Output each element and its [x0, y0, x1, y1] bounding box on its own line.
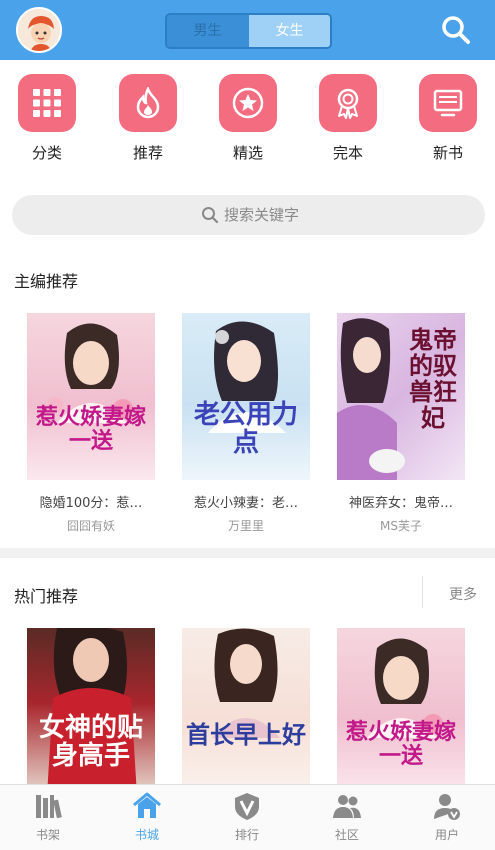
gender-toggle: 男生 女生 [165, 13, 332, 49]
top-bar: 男生 女生 [0, 0, 495, 60]
cover-title: 女神的贴身高手 [38, 713, 143, 771]
bookstore-page: 男生 女生 分类 推荐 精选 完本 新书 搜索关键字 主编推荐 惹火娇妻嫁一送 … [0, 0, 495, 850]
community-icon [333, 795, 361, 818]
star-icon [219, 74, 277, 132]
cover-title: 惹火娇妻嫁一送 [345, 719, 456, 769]
nav-ranking[interactable]: 排行 [217, 791, 277, 843]
book-cover: 首长早上好 [182, 628, 310, 795]
category-new[interactable]: 新书 [417, 74, 479, 163]
category-label: 精选 [232, 144, 263, 162]
search-bar[interactable]: 搜索关键字 [12, 195, 485, 235]
bookshelf-icon [36, 795, 62, 819]
category-label: 完本 [332, 144, 363, 162]
cover-title: 老公用力点 [193, 400, 298, 458]
nav-label: 社区 [334, 828, 359, 842]
section-title-editor: 主编推荐 [14, 272, 79, 291]
book-author: MS芙子 [380, 519, 422, 533]
book-card[interactable]: 鬼帝的驭兽狂妃 神医弃女：鬼帝… MS芙子 [337, 313, 465, 534]
nav-label: 书城 [134, 828, 159, 842]
section-title-hot: 热门推荐 [14, 587, 79, 606]
book-cover: 惹火娇妻嫁一送 [337, 628, 465, 795]
user-icon [434, 794, 460, 820]
search-icon[interactable] [440, 14, 472, 46]
category-completed[interactable]: 完本 [317, 74, 379, 163]
nav-bookshelf[interactable]: 书架 [18, 791, 78, 843]
nav-label: 书架 [35, 828, 60, 842]
nav-bookstore[interactable]: 书城 [117, 791, 177, 843]
book-card[interactable]: 首长早上好 [182, 628, 310, 795]
cover-title: 惹火娇妻嫁一送 [35, 404, 146, 454]
nav-label: 排行 [234, 828, 259, 842]
book-card[interactable]: 惹火娇妻嫁一送 隐婚100分：惹… 囧囧有妖 [27, 313, 155, 534]
book-author: 囧囧有妖 [66, 519, 115, 533]
tab-male[interactable]: 男生 [167, 15, 248, 47]
search-placeholder: 搜索关键字 [223, 206, 299, 224]
book-card[interactable]: 女神的贴身高手 [27, 628, 155, 795]
book-title: 隐婚100分：惹… [39, 496, 143, 511]
ribbon-icon [319, 74, 377, 132]
category-label: 新书 [432, 144, 463, 162]
flame-icon [119, 74, 177, 132]
ranking-icon [235, 793, 259, 820]
bottom-nav: 书架 书城 排行 社区 用户 [0, 784, 495, 850]
grid-icon [18, 74, 76, 132]
home-icon [133, 792, 161, 818]
book-title: 神医弃女：鬼帝… [348, 496, 453, 511]
book-cover: 惹火娇妻嫁一送 [27, 313, 155, 480]
category-recommend[interactable]: 推荐 [117, 74, 179, 163]
book-author: 万里里 [227, 519, 264, 533]
avatar[interactable] [16, 7, 62, 53]
category-featured[interactable]: 精选 [217, 74, 279, 163]
section-divider [0, 548, 495, 558]
category-classify[interactable]: 分类 [16, 74, 78, 163]
nav-user[interactable]: 用户 [417, 791, 477, 843]
more-link[interactable]: 更多 [449, 584, 477, 604]
category-label: 推荐 [132, 144, 163, 162]
book-cover: 女神的贴身高手 [27, 628, 155, 795]
book-card[interactable]: 老公用力点 惹火小辣妻：老… 万里里 [182, 313, 310, 534]
monitor-icon [419, 74, 477, 132]
book-cover: 老公用力点 [182, 313, 310, 480]
cover-title: 首长早上好 [186, 720, 306, 749]
category-label: 分类 [31, 144, 62, 162]
nav-label: 用户 [434, 828, 459, 842]
cover-title: 鬼帝的驭兽狂妃 [409, 325, 457, 432]
tab-female[interactable]: 女生 [249, 15, 330, 47]
book-card[interactable]: 惹火娇妻嫁一送 [337, 628, 465, 795]
book-cover: 鬼帝的驭兽狂妃 [337, 313, 465, 480]
book-title: 惹火小辣妻：老… [193, 496, 298, 511]
divider [422, 576, 423, 608]
nav-community[interactable]: 社区 [317, 791, 377, 843]
